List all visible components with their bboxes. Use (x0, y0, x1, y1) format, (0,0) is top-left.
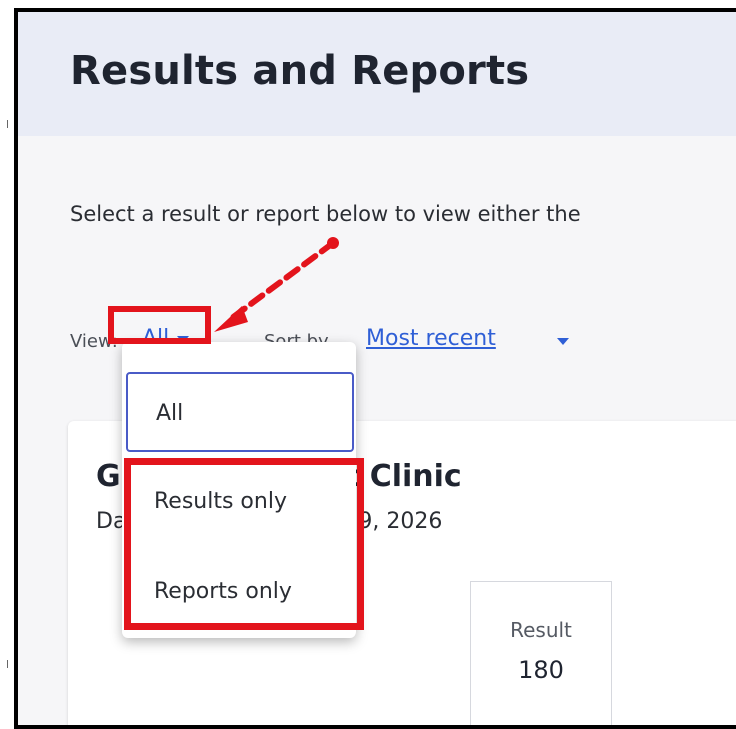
arrow-tail-dot (327, 237, 339, 249)
arrow-head (214, 306, 248, 332)
annotation-arrow (214, 237, 339, 332)
arrow-line (229, 240, 336, 321)
